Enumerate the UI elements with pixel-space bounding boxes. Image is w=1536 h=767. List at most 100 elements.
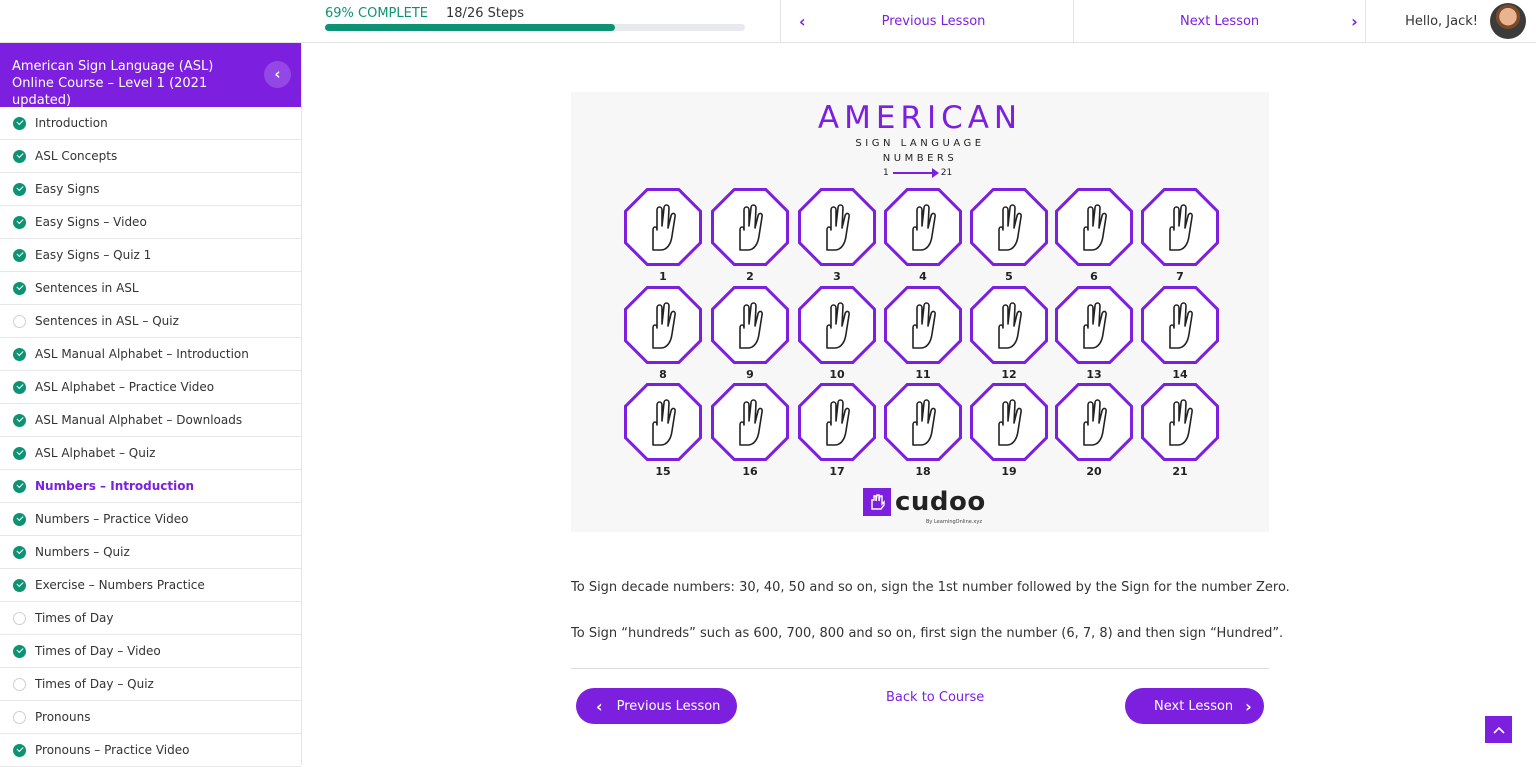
sidebar-lesson-item[interactable]: Sentences in ASL – Quiz [0, 305, 301, 338]
sidebar-lesson-item[interactable]: Numbers – Introduction [0, 470, 301, 503]
sidebar-lesson-label: Exercise – Numbers Practice [35, 578, 205, 592]
chevron-right-icon: › [1245, 696, 1252, 716]
sign-tile: 8 [623, 286, 703, 382]
arrow-right-icon [892, 168, 939, 178]
figure-subtitle-2: NUMBERS [882, 153, 958, 164]
hand-sign-icon [627, 191, 699, 263]
hand-sign-icon [1144, 386, 1216, 458]
avatar[interactable] [1490, 3, 1526, 39]
octagon-frame [711, 286, 789, 364]
sidebar-lesson-item[interactable]: Numbers – Practice Video [0, 503, 301, 536]
hand-sign-icon [627, 289, 699, 361]
sidebar-lesson-item[interactable]: Sentences in ASL [0, 272, 301, 305]
check-circle-icon [13, 512, 26, 526]
sidebar-lesson-label: Easy Signs – Quiz 1 [35, 248, 152, 262]
octagon-frame [798, 286, 876, 364]
sign-tile: 10 [797, 286, 877, 382]
check-circle-icon [13, 149, 26, 163]
course-progress: 69% COMPLETE 18/26 Steps [325, 6, 745, 31]
sign-tile: 20 [1054, 383, 1134, 479]
hand-sign-icon [973, 191, 1045, 263]
back-to-course-link[interactable]: Back to Course [886, 690, 984, 705]
sidebar-lesson-label: Sentences in ASL [35, 281, 139, 295]
hand-sign-icon [887, 386, 959, 458]
sidebar-lesson-item[interactable]: ASL Manual Alphabet – Downloads [0, 404, 301, 437]
next-lesson-button[interactable]: Next Lesson › [1125, 688, 1264, 724]
sidebar-lesson-item[interactable]: Times of Day – Video [0, 635, 301, 668]
sidebar-lesson-item[interactable]: Pronouns [0, 701, 301, 734]
sign-tile: 16 [710, 383, 790, 479]
user-greeting[interactable]: Hello, Jack! [1405, 0, 1478, 43]
sidebar-lesson-item[interactable]: Times of Day – Quiz [0, 668, 301, 701]
sidebar-lesson-item[interactable]: ASL Manual Alphabet – Introduction [0, 338, 301, 371]
check-circle-icon [13, 644, 26, 658]
sidebar-lesson-item[interactable]: Times of Day [0, 602, 301, 635]
hand-sign-icon [714, 289, 786, 361]
sign-number: 21 [1172, 465, 1188, 478]
octagon-frame [1141, 286, 1219, 364]
sidebar-lesson-item[interactable]: Easy Signs – Video [0, 206, 301, 239]
sign-number: 9 [746, 368, 754, 381]
check-circle-icon [13, 248, 26, 262]
collapse-sidebar-button[interactable]: ‹ [264, 61, 291, 88]
octagon-frame [711, 188, 789, 266]
sidebar-lesson-item[interactable]: ASL Alphabet – Quiz [0, 437, 301, 470]
sign-number: 18 [915, 465, 931, 478]
octagon-frame [1055, 383, 1133, 461]
sign-tile: 2 [710, 188, 790, 284]
sidebar-lesson-label: Sentences in ASL – Quiz [35, 314, 179, 328]
sidebar-lesson-item[interactable]: Introduction [0, 107, 301, 140]
previous-lesson-button[interactable]: ‹ Previous Lesson [576, 688, 737, 724]
hand-sign-icon [973, 386, 1045, 458]
sign-number: 13 [1086, 368, 1102, 381]
sign-tile: 18 [883, 383, 963, 479]
sign-number: 15 [655, 465, 671, 478]
sign-number: 20 [1086, 465, 1102, 478]
check-circle-icon [13, 182, 26, 196]
sign-number: 7 [1176, 270, 1184, 283]
sidebar-lesson-label: Pronouns – Practice Video [35, 743, 190, 757]
divider [1365, 0, 1366, 43]
sidebar-lesson-item[interactable]: Easy Signs – Quiz 1 [0, 239, 301, 272]
sidebar-lesson-label: Numbers – Quiz [35, 545, 130, 559]
sign-tile: 9 [710, 286, 790, 382]
course-title[interactable]: American Sign Language (ASL) Online Cour… [12, 59, 213, 108]
sidebar-lesson-item[interactable]: Exercise – Numbers Practice [0, 569, 301, 602]
figure-subtitle-1: SIGN LANGUAGE [855, 138, 985, 149]
hand-sign-icon [1058, 386, 1130, 458]
sidebar-lesson-label: Times of Day – Video [35, 644, 161, 658]
lesson-paragraph: To Sign “hundreds” such as 600, 700, 800… [571, 626, 1284, 641]
sidebar-lesson-item[interactable]: Pronouns – Practice Video [0, 734, 301, 767]
sidebar-lesson-item[interactable]: ASL Concepts [0, 140, 301, 173]
sidebar-lesson-label: Numbers – Practice Video [35, 512, 189, 526]
hand-sign-icon [887, 191, 959, 263]
sign-tile: 12 [969, 286, 1049, 382]
scroll-to-top-button[interactable] [1485, 716, 1512, 743]
top-next-lesson-button[interactable]: Next Lesson › [1074, 0, 1365, 43]
sidebar-lesson-label: Introduction [35, 116, 108, 130]
next-lesson-label: Next Lesson [1154, 698, 1234, 714]
sidebar-lesson-item[interactable]: Easy Signs [0, 173, 301, 206]
progress-percent: 69% COMPLETE [325, 6, 429, 21]
top-previous-lesson-button[interactable]: ‹ Previous Lesson [781, 0, 1073, 43]
octagon-frame [1141, 383, 1219, 461]
empty-circle-icon [13, 314, 26, 328]
sign-tile: 13 [1054, 286, 1134, 382]
sign-number: 12 [1001, 368, 1017, 381]
sign-number: 14 [1172, 368, 1188, 381]
course-sidebar: American Sign Language (ASL) Online Cour… [0, 43, 302, 767]
sidebar-lesson-item[interactable]: Numbers – Quiz [0, 536, 301, 569]
sidebar-lesson-item[interactable]: ASL Alphabet – Practice Video [0, 371, 301, 404]
figure-range: 1 21 [883, 168, 952, 178]
octagon-frame [624, 188, 702, 266]
empty-circle-icon [13, 710, 26, 724]
octagon-frame [624, 383, 702, 461]
octagon-frame [970, 383, 1048, 461]
empty-circle-icon [13, 611, 26, 625]
sign-tile: 3 [797, 188, 877, 284]
hand-sign-icon [1058, 191, 1130, 263]
hand-logo-icon [863, 488, 891, 516]
sidebar-lesson-label: Pronouns [35, 710, 91, 724]
range-end: 21 [940, 168, 953, 178]
octagon-frame [884, 188, 962, 266]
